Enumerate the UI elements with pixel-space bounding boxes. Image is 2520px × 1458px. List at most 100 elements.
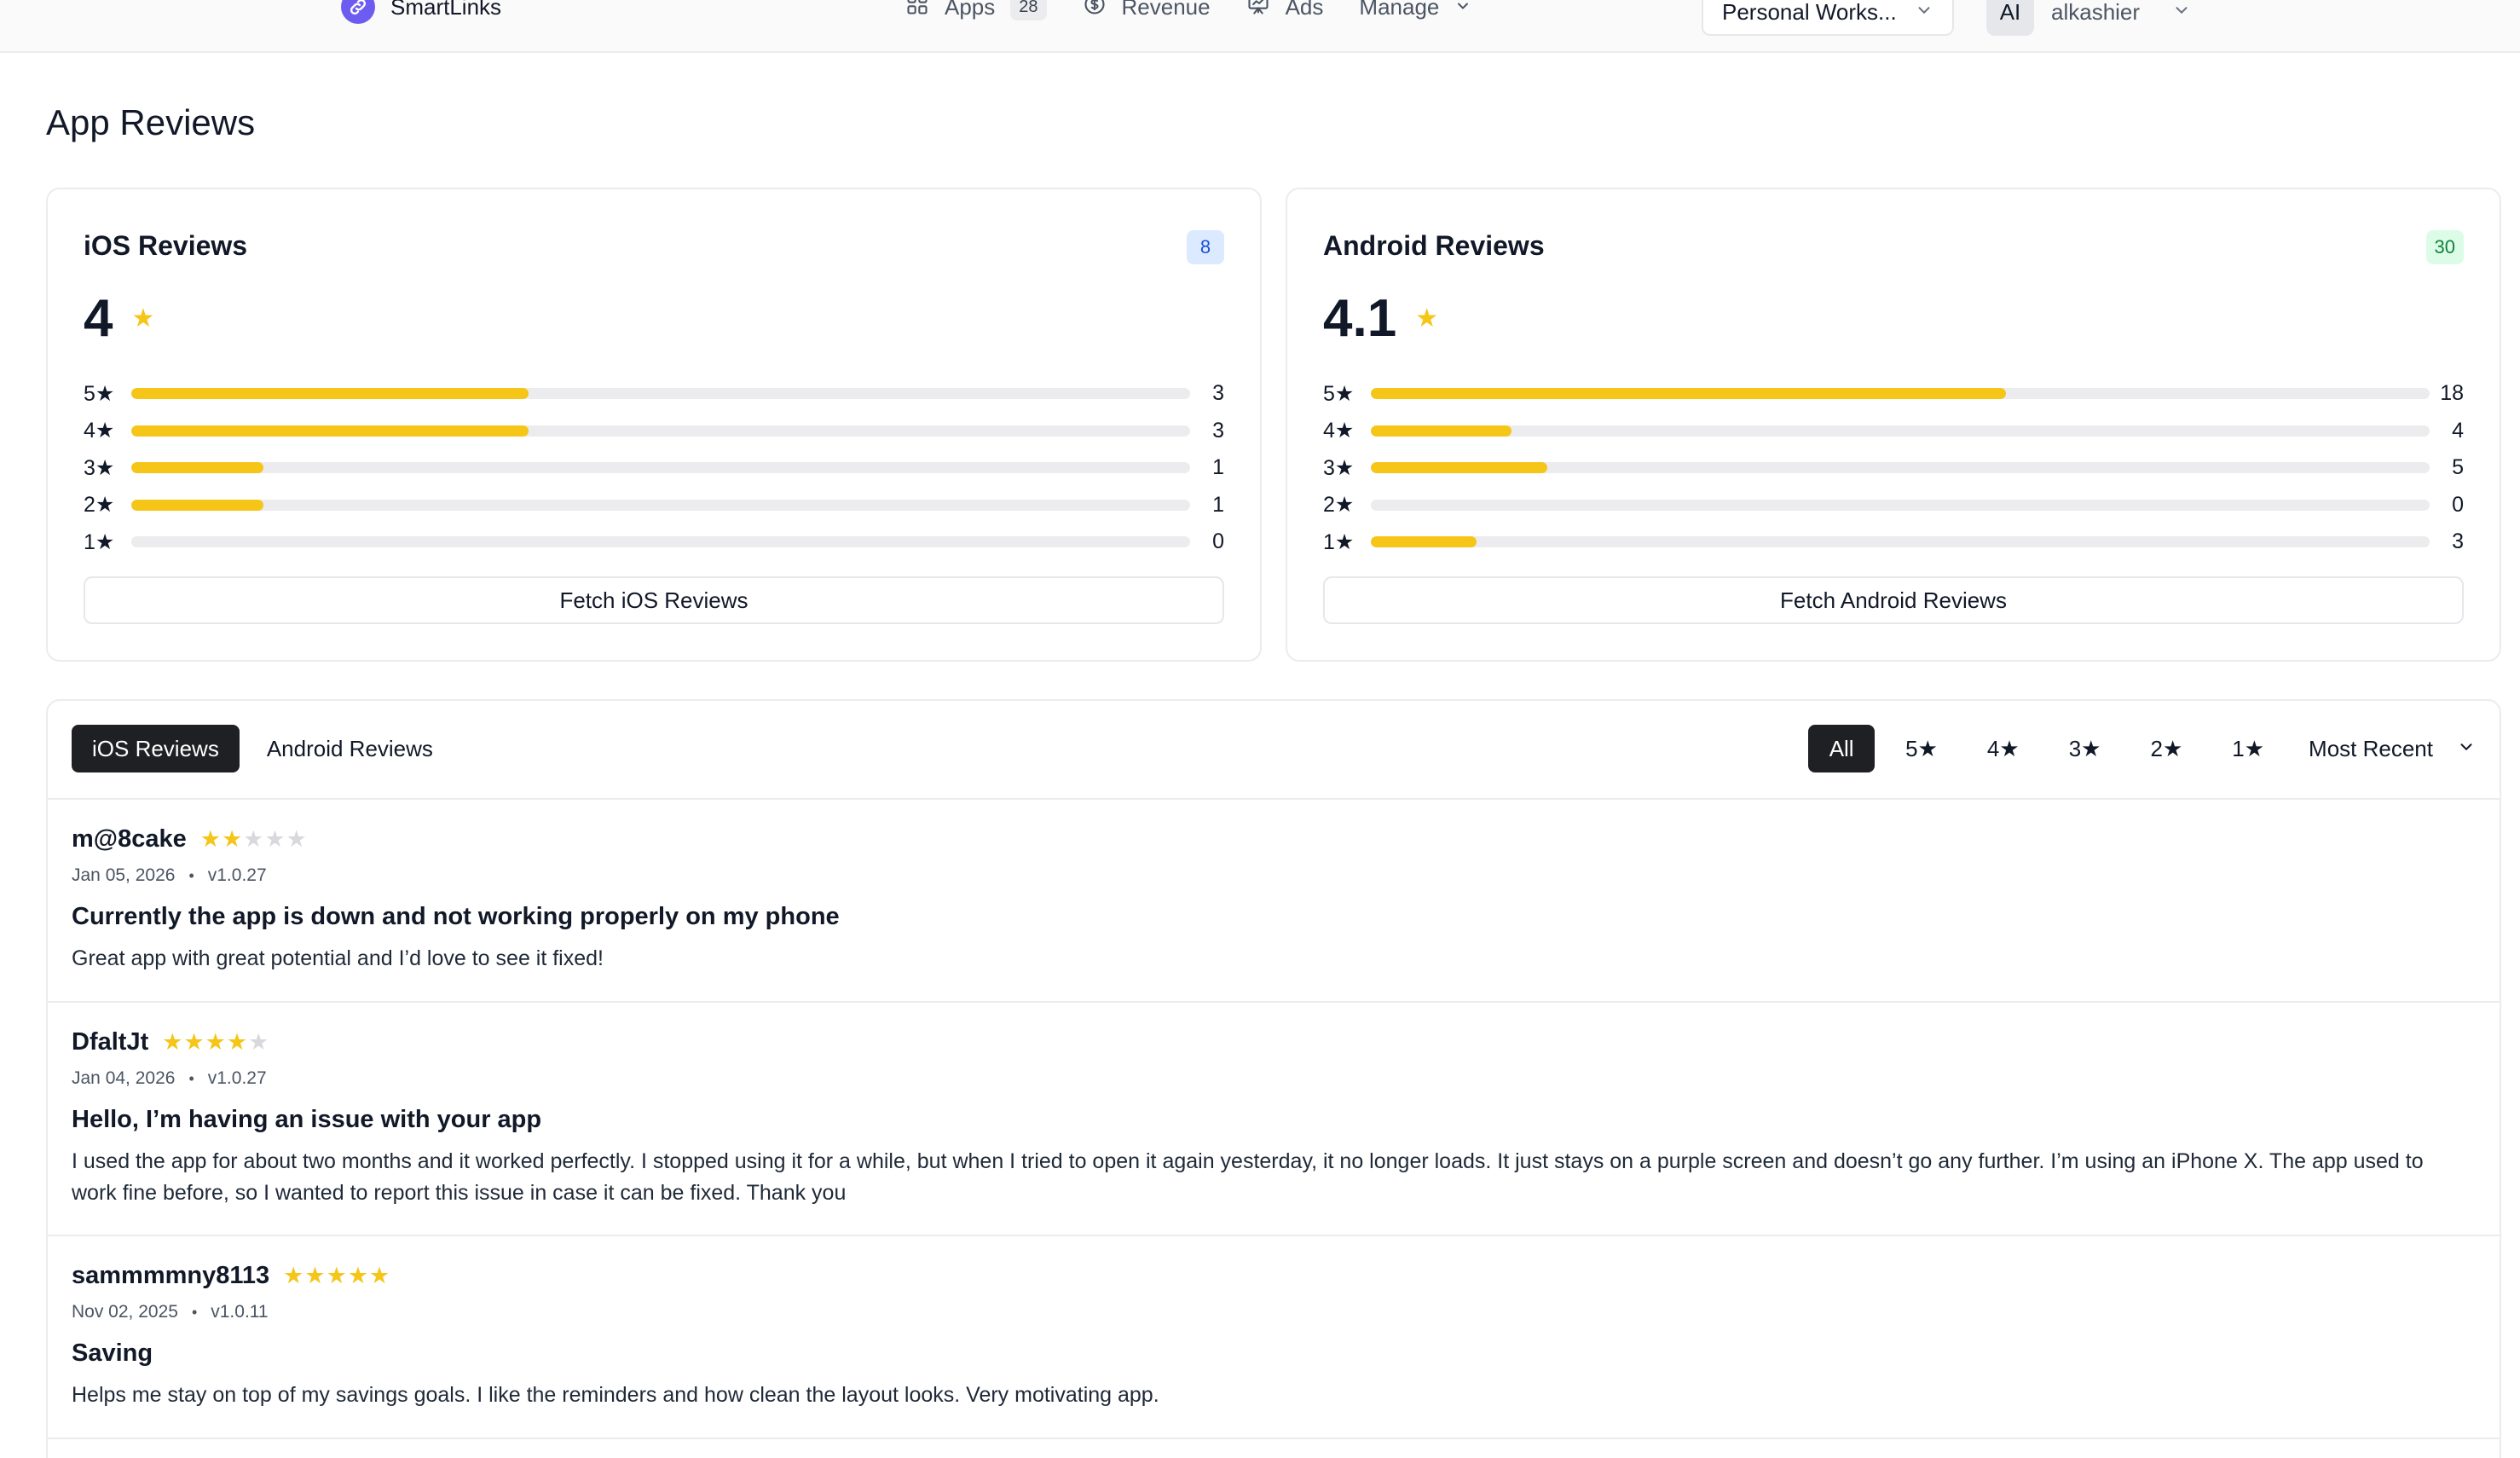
presentation-chart-icon [1246, 0, 1270, 22]
rating-row-label: 5★ [1323, 381, 1355, 406]
nav-links: Apps 28 Revenue Ads Manage [905, 0, 1471, 24]
separator-dot: • [191, 1303, 198, 1321]
review-stars: ★★★★★ [162, 1029, 269, 1056]
apps-count-badge: 28 [1010, 0, 1047, 20]
rating-bar-track [1371, 462, 2430, 474]
nav-manage[interactable]: Manage [1359, 0, 1471, 20]
tab-android-reviews[interactable]: Android Reviews [246, 725, 454, 772]
reviews-panel: iOS Reviews Android Reviews All 5★ 4★ 3★… [46, 699, 2501, 1458]
nav-ads-label: Ads [1285, 0, 1324, 20]
rating-row: 3★ 5 [1323, 449, 2464, 487]
brand[interactable]: SmartLinks [341, 0, 501, 24]
rating-bar-track [131, 462, 1190, 474]
separator-dot: • [188, 1069, 194, 1087]
star-icon: ★ [199, 826, 222, 852]
star-icon: ★ [283, 1263, 305, 1288]
star-icon: ★ [131, 304, 155, 333]
rating-bar-fill [131, 462, 264, 474]
rating-bar-fill [131, 499, 264, 511]
android-card-title: Android Reviews [1323, 230, 1545, 261]
rating-row-label: 4★ [1323, 419, 1355, 443]
rating-row-count: 3 [1212, 381, 1224, 406]
nav-revenue[interactable]: Revenue [1083, 0, 1211, 22]
star-icon: ★ [286, 826, 308, 852]
rating-bar-track [131, 388, 1190, 400]
filter-3-star[interactable]: 3★ [2050, 725, 2120, 772]
ios-average: 4 ★ [84, 288, 154, 349]
rating-bar-fill [1371, 536, 1477, 548]
review-author: m@8cake [72, 825, 187, 853]
avatar: AI [1986, 0, 2034, 36]
rating-row-label: 3★ [84, 455, 115, 480]
chevron-down-icon [2457, 736, 2476, 762]
nav-ads[interactable]: Ads [1246, 0, 1324, 22]
rating-row-label: 3★ [1323, 455, 1355, 480]
rating-row: 1★ 0 [84, 524, 1224, 561]
filter-2-star[interactable]: 2★ [2131, 725, 2201, 772]
rating-bar-fill [1371, 388, 2007, 400]
review-body: I used the app for about two months and … [72, 1149, 2424, 1205]
star-icon: ★ [221, 826, 244, 852]
rating-bar-fill [1371, 425, 1512, 437]
dollar-icon [1083, 0, 1107, 22]
workspace-select[interactable]: Personal Works... [1702, 0, 1954, 36]
star-icon: ★ [226, 1029, 249, 1055]
filter-all[interactable]: All [1808, 725, 1876, 772]
filter-5-star[interactable]: 5★ [1887, 725, 1956, 772]
rating-row: 2★ 1 [84, 487, 1224, 524]
star-icon: ★ [1415, 304, 1439, 333]
rating-bar-track [1371, 425, 2430, 437]
star-icon: ★ [162, 1029, 184, 1055]
rating-row: 5★ 18 [1323, 375, 2464, 413]
filter-1-star[interactable]: 1★ [2213, 725, 2283, 772]
rating-row-count: 1 [1212, 492, 1224, 517]
star-icon: ★ [369, 1263, 391, 1288]
sort-select[interactable]: Most Recent [2309, 736, 2476, 762]
rating-bar-track [131, 499, 1190, 511]
page-title: App Reviews [46, 102, 256, 142]
review-author: DfaltJt [72, 1028, 149, 1056]
nav-apps-label: Apps [945, 0, 996, 20]
review-item: m@8cake ★★★★★ Jan 05, 2026 • v1.0.27 Cur… [48, 800, 2500, 1003]
star-icon: ★ [347, 1263, 370, 1288]
review-stars: ★★★★★ [200, 826, 308, 853]
review-item: sammmmny8113 ★★★★★ Nov 02, 2025 • v1.0.1… [48, 1236, 2500, 1439]
reviews-toolbar: iOS Reviews Android Reviews All 5★ 4★ 3★… [48, 701, 2500, 800]
star-icon: ★ [248, 1029, 270, 1055]
rating-row: 3★ 1 [84, 449, 1224, 487]
android-summary-card: Android Reviews 30 4.1 ★ 5★ 18 4★ 4 3★ 5 2★ 0 1★… [1286, 188, 2501, 662]
link-logo-icon [341, 0, 375, 24]
star-icon: ★ [205, 1029, 227, 1055]
chevron-down-icon [2172, 1, 2191, 24]
tab-ios-reviews[interactable]: iOS Reviews [72, 725, 240, 772]
rating-row-label: 2★ [84, 493, 115, 518]
android-average: 4.1 ★ [1323, 288, 1438, 349]
filter-4-star[interactable]: 4★ [1968, 725, 2038, 772]
rating-row-count: 3 [2452, 529, 2464, 554]
ios-average-value: 4 [84, 289, 113, 348]
review-version: v1.0.11 [211, 1302, 269, 1322]
rating-filters: All 5★ 4★ 3★ 2★ 1★ Most Recent [1808, 725, 2476, 772]
fetch-android-reviews-button[interactable]: Fetch Android Reviews [1323, 576, 2464, 624]
rating-bar-fill [1371, 462, 1548, 474]
star-icon: ★ [304, 1263, 327, 1288]
nav-revenue-label: Revenue [1121, 0, 1211, 20]
nav-apps[interactable]: Apps 28 [905, 0, 1047, 22]
rating-row: 2★ 0 [1323, 487, 2464, 524]
user-menu[interactable]: AI alkashier [1986, 0, 2191, 36]
rating-bar-track [1371, 536, 2430, 548]
ios-rating-distribution: 5★ 3 4★ 3 3★ 1 2★ 1 1★ 0 [84, 375, 1224, 561]
rating-bar-track [131, 536, 1190, 548]
rating-row: 4★ 3 [84, 413, 1224, 450]
rating-row-count: 18 [2440, 381, 2464, 406]
review-title: Currently the app is down and not workin… [72, 903, 840, 930]
rating-row-label: 1★ [1323, 529, 1355, 554]
ios-card-title: iOS Reviews [84, 230, 248, 261]
star-icon: ★ [243, 826, 265, 852]
android-count-badge: 30 [2425, 230, 2464, 264]
rating-bar-track [131, 425, 1190, 437]
review-date: Nov 02, 2025 [72, 1302, 178, 1322]
rating-row-count: 4 [2452, 418, 2464, 443]
brand-name: SmartLinks [390, 0, 502, 20]
fetch-ios-reviews-button[interactable]: Fetch iOS Reviews [84, 576, 1224, 624]
